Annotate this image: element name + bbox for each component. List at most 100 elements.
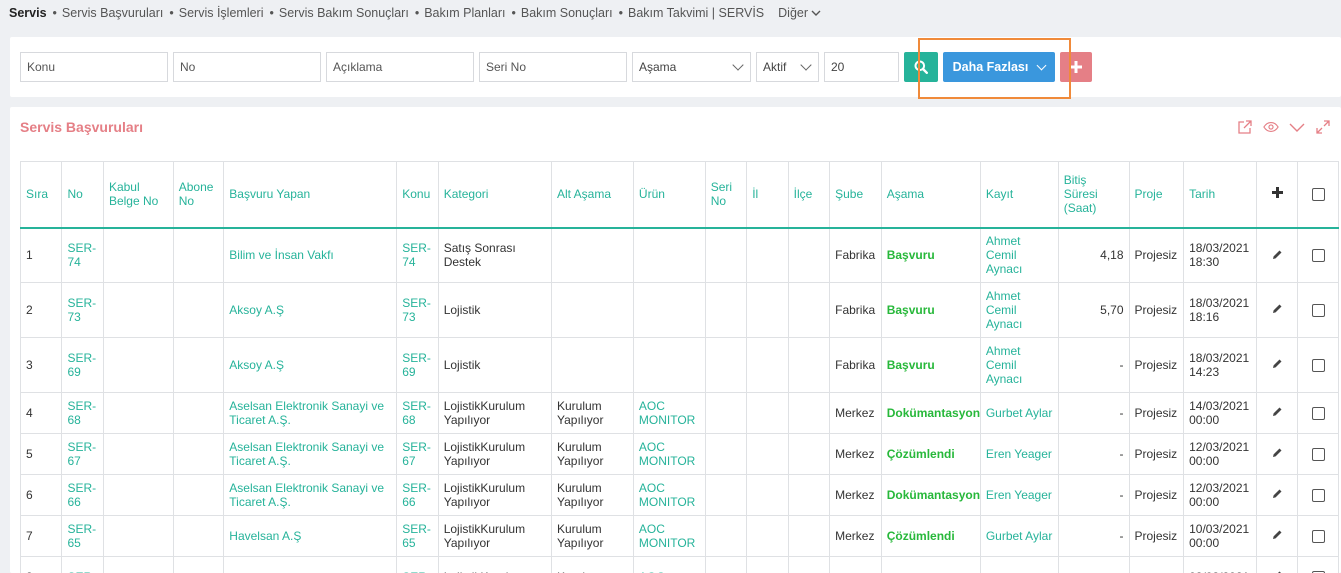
add-button[interactable] — [1060, 52, 1092, 82]
row-urun[interactable]: AOC MONITOR — [639, 522, 695, 550]
row-urun[interactable]: AOC MONITOR — [639, 481, 695, 509]
table-row[interactable]: 6 SER-66 Aselsan Elektronik Sanayi ve Tica… — [19, 474, 1339, 516]
col-seri-no[interactable]: Seri No — [704, 161, 748, 229]
nav-item-bakim-sonuclari[interactable]: Bakım Sonuçları — [521, 6, 613, 20]
aktif-select[interactable]: Aktif — [756, 52, 819, 82]
row-kayit[interactable]: Ahmet Cemil Aynacı — [986, 234, 1022, 276]
nav-item-bakim-planlari[interactable]: Bakım Planları — [424, 6, 505, 20]
row-checkbox[interactable] — [1311, 304, 1325, 318]
row-konu[interactable]: SER-65 — [402, 522, 431, 550]
row-checkbox[interactable] — [1311, 530, 1325, 544]
row-no[interactable]: SER-69 — [67, 351, 96, 379]
row-kayit[interactable]: Gurbet Aylar — [986, 529, 1052, 543]
row-basvuru-yapan[interactable]: Aksoy A.Ş — [229, 303, 284, 317]
row-sira: 1 — [26, 248, 33, 263]
table-row[interactable]: 7 SER-65 Havelsan A.Ş SER-65 LojistikKurulum… — [19, 515, 1339, 557]
add-column-button[interactable] — [1255, 161, 1299, 229]
col-bitis-suresi[interactable]: Bitiş Süresi (Saat) — [1057, 161, 1130, 229]
row-no[interactable]: SER-73 — [67, 296, 96, 324]
page-size-input[interactable]: 20 — [824, 52, 899, 82]
table-row[interactable]: 5 SER-67 Aselsan Elektronik Sanayi ve Tica… — [19, 433, 1339, 475]
table-row[interactable]: 4 SER-68 Aselsan Elektronik Sanayi ve Tica… — [19, 392, 1339, 434]
row-kayit[interactable]: Ahmet Cemil Aynacı — [986, 344, 1022, 386]
row-konu[interactable]: SER-74 — [402, 241, 431, 269]
row-konu[interactable]: SER-73 — [402, 296, 431, 324]
table-row[interactable]: 3 SER-69 Aksoy A.Ş SER-69 Lojistik Fabrika Baş… — [19, 337, 1339, 393]
row-basvuru-yapan[interactable]: Aselsan Elektronik Sanayi ve Ticaret A.Ş… — [229, 440, 384, 468]
nav-brand[interactable]: Servis — [9, 6, 47, 20]
pencil-icon[interactable] — [1272, 303, 1283, 317]
nav-item-servis-islemleri[interactable]: Servis İşlemleri — [179, 6, 264, 20]
col-abone-no[interactable]: Abone No — [172, 161, 225, 229]
row-kayit[interactable]: Ahmet Cemil Aynacı — [986, 289, 1022, 331]
row-basvuru-yapan[interactable]: Havelsan A.Ş — [229, 529, 301, 543]
nav-item-servis-bakim-sonuclari[interactable]: Servis Bakım Sonuçları — [279, 6, 409, 20]
nav-item-servis-basvurulari[interactable]: Servis Başvuruları — [62, 6, 163, 20]
seri-no-input[interactable] — [479, 52, 627, 82]
row-urun[interactable]: AOC MONITOR — [639, 399, 695, 427]
col-tarih[interactable]: Tarih — [1183, 161, 1257, 229]
row-sube: Merkez — [835, 406, 875, 420]
row-konu[interactable]: SER-67 — [402, 440, 431, 468]
row-konu[interactable]: SER-69 — [402, 351, 431, 379]
row-basvuru-yapan[interactable]: Aselsan Elektronik Sanayi ve Ticaret A.Ş… — [229, 481, 384, 509]
pencil-icon[interactable] — [1272, 447, 1283, 461]
no-input[interactable] — [173, 52, 321, 82]
col-sira[interactable]: Sıra — [19, 161, 63, 229]
col-no[interactable]: No — [61, 161, 104, 229]
pencil-icon[interactable] — [1272, 249, 1283, 263]
pencil-icon[interactable] — [1272, 529, 1283, 543]
row-basvuru-yapan[interactable]: Bilim ve İnsan Vakfı — [229, 248, 333, 262]
konu-input[interactable] — [20, 52, 168, 82]
col-konu[interactable]: Konu — [396, 161, 439, 229]
col-asama[interactable]: Aşama — [880, 161, 981, 229]
pencil-icon[interactable] — [1272, 358, 1283, 372]
row-kayit[interactable]: Eren Yeager — [986, 488, 1052, 502]
col-kayit[interactable]: Kayıt — [979, 161, 1059, 229]
aciklama-input[interactable] — [326, 52, 474, 82]
col-basvuru-yapan[interactable]: Başvuru Yapan — [223, 161, 398, 229]
col-ilce[interactable]: İlçe — [787, 161, 831, 229]
nav-item-bakim-takvimi[interactable]: Bakım Takvimi | SERVİS — [628, 6, 764, 20]
eye-icon[interactable] — [1263, 119, 1279, 135]
row-no[interactable]: SER-74 — [67, 241, 96, 269]
row-kayit[interactable]: Eren Yeager — [986, 447, 1052, 461]
col-il[interactable]: İl — [746, 161, 789, 229]
search-button[interactable] — [904, 52, 938, 82]
select-all-checkbox[interactable] — [1297, 161, 1339, 229]
row-checkbox[interactable] — [1311, 407, 1325, 421]
row-urun[interactable]: AOC MONITOR — [639, 440, 695, 468]
row-no[interactable]: SER-66 — [67, 481, 96, 509]
table-row[interactable]: 2 SER-73 Aksoy A.Ş SER-73 Lojistik Fabrika Baş… — [19, 282, 1339, 338]
row-no[interactable]: SER-65 — [67, 522, 96, 550]
col-kabul-belge-no[interactable]: Kabul Belge No — [102, 161, 174, 229]
row-konu[interactable]: SER-68 — [402, 399, 431, 427]
col-alt-asama[interactable]: Alt Aşama — [550, 161, 634, 229]
collapse-chevron-icon[interactable] — [1289, 119, 1305, 135]
row-tarih: 14/03/2021 00:00 — [1189, 399, 1250, 427]
service-applications-table: Sıra No Kabul Belge No Abone No Başvuru … — [19, 161, 1339, 573]
row-basvuru-yapan[interactable]: Aksoy A.Ş — [229, 358, 284, 372]
table-row[interactable]: 1 SER-74 Bilim ve İnsan Vakfı SER-74 Satış S… — [19, 227, 1339, 283]
row-checkbox[interactable] — [1311, 249, 1325, 263]
row-konu[interactable]: SER-66 — [402, 481, 431, 509]
row-checkbox[interactable] — [1311, 489, 1325, 503]
col-urun[interactable]: Ürün — [632, 161, 706, 229]
col-sube[interactable]: Şube — [829, 161, 882, 229]
table-row[interactable]: 8SER-SER-LojistikKurulumKurulumAOC08/03/… — [19, 556, 1339, 573]
col-proje[interactable]: Proje — [1128, 161, 1185, 229]
pencil-icon[interactable] — [1272, 406, 1283, 420]
row-checkbox[interactable] — [1311, 359, 1325, 373]
row-checkbox[interactable] — [1311, 448, 1325, 462]
more-filters-button[interactable]: Daha Fazlası — [943, 52, 1055, 82]
pencil-icon[interactable] — [1272, 488, 1283, 502]
nav-more-dropdown[interactable]: Diğer — [778, 6, 821, 20]
row-no[interactable]: SER-68 — [67, 399, 96, 427]
row-kayit[interactable]: Gurbet Aylar — [986, 406, 1052, 420]
asama-select[interactable]: Aşama — [632, 52, 751, 82]
row-no[interactable]: SER-67 — [67, 440, 96, 468]
expand-icon[interactable] — [1315, 119, 1331, 135]
row-basvuru-yapan[interactable]: Aselsan Elektronik Sanayi ve Ticaret A.Ş… — [229, 399, 384, 427]
col-kategori[interactable]: Kategori — [437, 161, 552, 229]
export-icon[interactable] — [1237, 119, 1253, 135]
